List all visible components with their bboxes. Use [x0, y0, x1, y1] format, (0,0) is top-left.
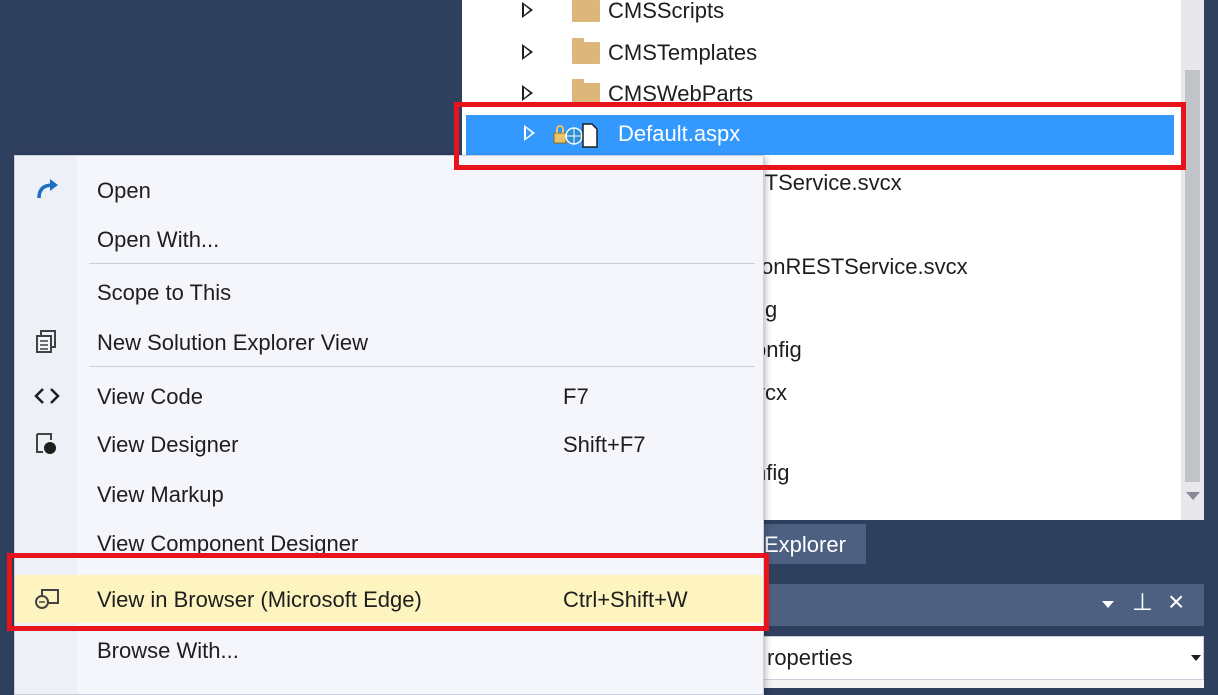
code-brackets-icon: [34, 388, 60, 404]
properties-object-select[interactable]: roperties: [740, 636, 1204, 680]
properties-panel: roperties: [740, 636, 1204, 688]
folder-icon: [572, 0, 600, 22]
menu-item-browse-with[interactable]: Browse With...: [15, 626, 763, 674]
pin-icon[interactable]: ⊥: [1132, 588, 1153, 617]
menu-item-view-designer[interactable]: View Designer Shift+F7: [15, 420, 763, 468]
menu-item-view-code[interactable]: View Code F7: [15, 372, 763, 420]
scroll-down-icon[interactable]: [1186, 492, 1200, 500]
tree-item-partial[interactable]: STService.svcx: [750, 170, 902, 196]
menu-item-label: Open With...: [97, 227, 220, 252]
menu-separator: [89, 366, 755, 367]
designer-icon: [36, 433, 56, 454]
window-menu-dropdown-icon[interactable]: [1102, 601, 1114, 608]
tree-item-label: CMSScripts: [608, 0, 725, 23]
open-arrow-icon: [37, 179, 58, 199]
expand-arrow-icon[interactable]: [522, 2, 533, 18]
menu-item-open-with[interactable]: Open With...: [15, 215, 763, 263]
menu-item-shortcut: F7: [563, 384, 589, 409]
tab-label: Explorer: [764, 532, 846, 557]
tree-item-label: CMSTemplates: [608, 40, 758, 65]
properties-select-value: roperties: [767, 645, 853, 670]
menu-item-label: View Markup: [97, 482, 224, 507]
menu-item-label: Open: [97, 178, 151, 203]
menu-item-label: New Solution Explorer View: [97, 330, 369, 355]
menu-item-label: Browse With...: [97, 638, 239, 663]
menu-separator: [89, 263, 755, 264]
chevron-down-icon: [1191, 655, 1201, 661]
close-icon[interactable]: ×: [1168, 586, 1184, 618]
menu-item-shortcut: Shift+F7: [563, 432, 646, 457]
scrollbar-thumb[interactable]: [1185, 70, 1200, 482]
tree-item-cmstemplates[interactable]: CMSTemplates: [462, 34, 1182, 74]
expand-arrow-icon[interactable]: [522, 85, 533, 101]
menu-item-new-solution-explorer-view[interactable]: New Solution Explorer View: [15, 318, 763, 366]
new-view-icon: [36, 330, 56, 353]
tree-item-cmsscripts[interactable]: CMSScripts: [462, 0, 1182, 32]
expand-arrow-icon[interactable]: [522, 44, 533, 60]
menu-item-view-markup[interactable]: View Markup: [15, 470, 763, 518]
menu-item-scope-to-this[interactable]: Scope to This: [15, 268, 763, 316]
tree-item-partial[interactable]: tionRESTService.svcx: [750, 254, 968, 280]
menu-item-label: View Designer: [97, 432, 239, 457]
menu-item-label: Scope to This: [97, 280, 232, 305]
tree-scrollbar[interactable]: [1181, 0, 1204, 520]
menu-item-open[interactable]: Open: [15, 166, 763, 214]
properties-panel-header: ⊥ ×: [740, 584, 1204, 626]
annotation-highlight-view-in-browser: [7, 553, 769, 631]
annotation-highlight-default-aspx: [454, 102, 1186, 170]
folder-icon: [572, 38, 600, 64]
menu-item-label: View Code: [97, 384, 203, 409]
